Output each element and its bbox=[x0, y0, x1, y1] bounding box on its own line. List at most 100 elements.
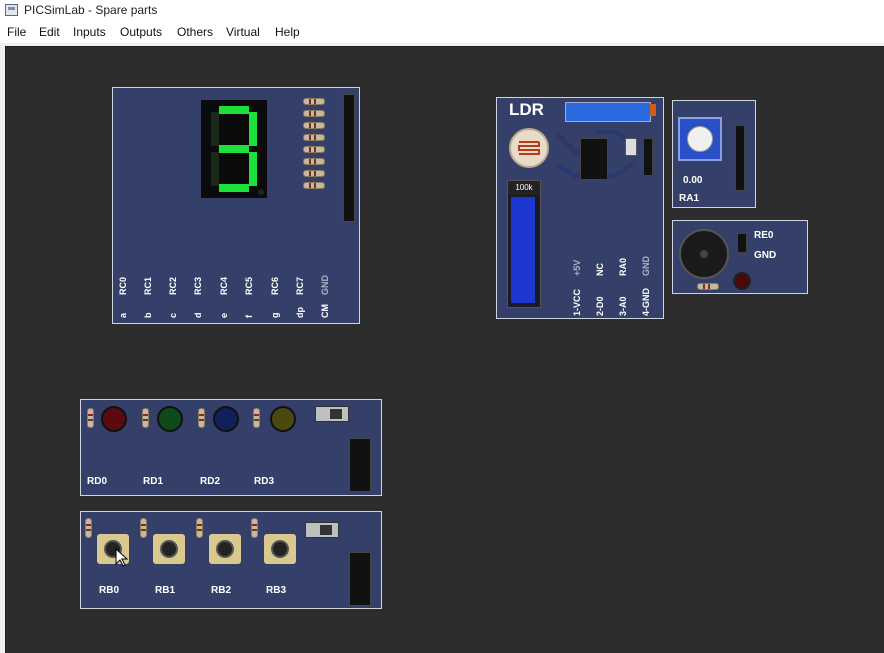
segment-g bbox=[219, 145, 249, 153]
light-slider-knob[interactable]: 100k bbox=[508, 181, 540, 195]
menu-edit[interactable]: Edit bbox=[39, 25, 60, 39]
resistor bbox=[253, 408, 260, 428]
push-button-rb2[interactable] bbox=[209, 534, 241, 564]
pot-pin-label: RA1 bbox=[679, 193, 700, 204]
leds-pin-header bbox=[349, 438, 371, 492]
segment-e bbox=[211, 152, 219, 186]
resistor bbox=[303, 158, 325, 165]
pin-d-label: d bbox=[193, 312, 203, 319]
led-rd1-label: RD1 bbox=[143, 476, 164, 487]
pin-header bbox=[343, 94, 355, 222]
segment-c bbox=[249, 152, 257, 186]
resistor bbox=[196, 518, 203, 538]
parts-canvas[interactable]: a b c d e f g dp CM RC0 RC1 RC2 RC3 RC4 … bbox=[5, 46, 884, 653]
potentiometer-knob[interactable] bbox=[687, 126, 713, 152]
ldr-title: LDR bbox=[509, 100, 544, 119]
title-bar: PICSimLab - Spare parts bbox=[0, 0, 884, 22]
buzzer-pin2-label: GND bbox=[754, 250, 777, 261]
button-rb0-label: RB0 bbox=[99, 585, 120, 596]
pin-e-label: e bbox=[219, 312, 229, 318]
resistor bbox=[85, 518, 92, 538]
button-rb3-label: RB3 bbox=[266, 585, 287, 596]
menu-file[interactable]: File bbox=[7, 25, 26, 39]
pin-c-label: c bbox=[168, 312, 178, 318]
port-rc7-label: RC7 bbox=[295, 276, 305, 295]
resistor bbox=[142, 408, 149, 428]
ldr-port1-label: +5V bbox=[572, 259, 582, 276]
buttons-enable-switch[interactable] bbox=[305, 522, 339, 538]
ldr-pin2-label: 2-D0 bbox=[595, 296, 605, 316]
segment-f bbox=[211, 112, 219, 146]
pin-dp-label: dp bbox=[295, 307, 305, 318]
buzzer-board[interactable]: RE0 GND bbox=[672, 220, 808, 294]
seven-segment-board[interactable]: a b c d e f g dp CM RC0 RC1 RC2 RC3 RC4 … bbox=[112, 87, 360, 324]
mouse-pointer-icon bbox=[115, 548, 129, 567]
ldr-pin4-label: 4-GND bbox=[641, 287, 651, 316]
resistor bbox=[303, 122, 325, 129]
pin-a-label: a bbox=[118, 312, 128, 318]
trimmer-screw bbox=[650, 104, 656, 116]
seven-segment-display bbox=[201, 100, 267, 198]
leds-enable-switch[interactable] bbox=[315, 406, 349, 422]
smd-led bbox=[625, 138, 637, 156]
comparator-chip bbox=[580, 138, 608, 180]
menu-bar: File Edit Inputs Outputs Others Virtual … bbox=[0, 22, 884, 43]
resistor bbox=[198, 408, 205, 428]
menu-help[interactable]: Help bbox=[275, 25, 300, 39]
resistor bbox=[303, 110, 325, 117]
ldr-sensor bbox=[509, 128, 549, 168]
menu-outputs[interactable]: Outputs bbox=[120, 25, 162, 39]
potentiometer[interactable] bbox=[678, 117, 722, 161]
menu-inputs[interactable]: Inputs bbox=[73, 25, 106, 39]
menu-others[interactable]: Others bbox=[177, 25, 213, 39]
led-rd3 bbox=[270, 406, 296, 432]
led-rd1 bbox=[157, 406, 183, 432]
pot-pin-header bbox=[735, 125, 745, 191]
menu-virtual[interactable]: Virtual bbox=[226, 25, 260, 39]
resistor bbox=[303, 134, 325, 141]
push-button-rb1[interactable] bbox=[153, 534, 185, 564]
potentiometer-board[interactable]: 0.00 RA1 bbox=[672, 100, 756, 208]
leds-board[interactable]: RD0 RD1 RD2 RD3 bbox=[80, 399, 382, 496]
buzzer-pin-header bbox=[737, 233, 747, 253]
segment-b bbox=[249, 112, 257, 146]
segment-dp bbox=[258, 189, 264, 195]
port-rc4-label: RC4 bbox=[219, 276, 229, 295]
port-rc2-label: RC2 bbox=[168, 276, 178, 295]
port-rc5-label: RC5 bbox=[244, 276, 254, 295]
pin-cm-label: CM bbox=[320, 304, 330, 318]
ldr-board[interactable]: LDR 100k 1-VCC 2-D0 3-A0 4-GND +5V NC RA… bbox=[496, 97, 664, 319]
buzzer-pin1-label: RE0 bbox=[754, 230, 774, 241]
ldr-port4-label: GND bbox=[641, 256, 651, 276]
pin-b-label: b bbox=[143, 312, 153, 319]
buzzer-led bbox=[733, 272, 751, 290]
ldr-trimmer bbox=[565, 102, 651, 122]
button-rb2-label: RB2 bbox=[211, 585, 232, 596]
port-gnd-label: GND bbox=[320, 275, 330, 295]
resistor bbox=[251, 518, 258, 538]
resistor bbox=[303, 182, 325, 189]
ldr-port2-label: NC bbox=[595, 263, 605, 276]
segment-a bbox=[219, 106, 249, 114]
port-rc6-label: RC6 bbox=[270, 276, 280, 295]
pot-value: 0.00 bbox=[683, 175, 703, 186]
ldr-pin3-label: 3-A0 bbox=[618, 296, 628, 316]
led-rd2-label: RD2 bbox=[200, 476, 221, 487]
app-window-icon bbox=[5, 4, 18, 16]
resistor bbox=[140, 518, 147, 538]
pin-g-label: g bbox=[270, 312, 280, 319]
resistor bbox=[697, 283, 719, 290]
resistor bbox=[303, 170, 325, 177]
resistor bbox=[87, 408, 94, 428]
resistor bbox=[303, 146, 325, 153]
ldr-port3-label: RA0 bbox=[618, 257, 628, 276]
light-slider[interactable]: 100k bbox=[507, 180, 541, 308]
led-rd2 bbox=[213, 406, 239, 432]
light-slider-track bbox=[511, 197, 535, 303]
push-button-rb3[interactable] bbox=[264, 534, 296, 564]
port-rc1-label: RC1 bbox=[143, 276, 153, 295]
buttons-pin-header bbox=[349, 552, 371, 606]
button-rb1-label: RB1 bbox=[155, 585, 176, 596]
port-rc0-label: RC0 bbox=[118, 276, 128, 295]
led-rd0 bbox=[101, 406, 127, 432]
